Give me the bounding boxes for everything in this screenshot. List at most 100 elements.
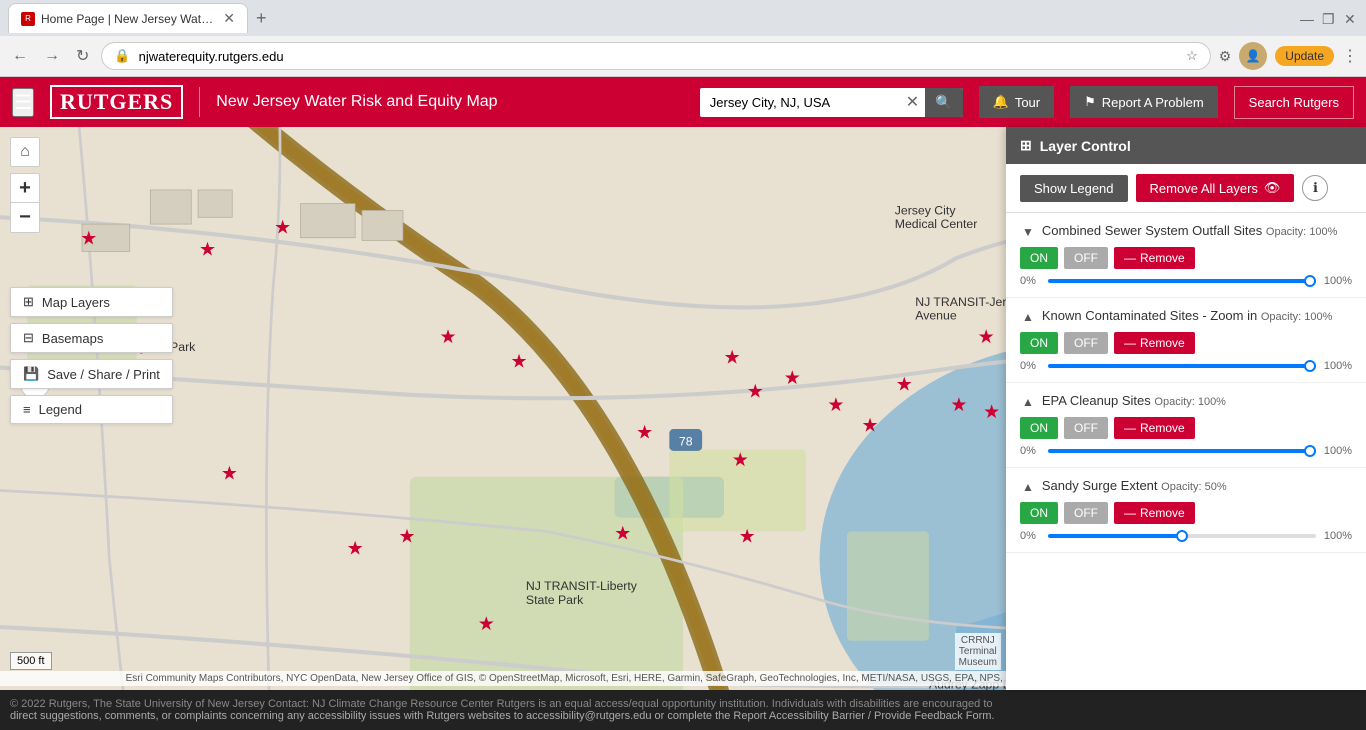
svg-text:★: ★ (614, 524, 631, 545)
header-divider (199, 87, 200, 117)
layer-1-remove-button[interactable]: — Remove (1114, 247, 1195, 269)
svg-text:★: ★ (221, 464, 238, 485)
layer-4-header: ▲ Sandy Surge Extent Opacity: 50% (1020, 478, 1352, 496)
footer-copyright: © 2022 Rutgers, The State University of … (10, 698, 1356, 710)
reload-button[interactable]: ↻ (72, 42, 93, 70)
layer-2-opacity-slider[interactable] (1048, 364, 1316, 368)
layer-2-name: Known Contaminated Sites - Zoom in Opaci… (1042, 308, 1352, 323)
home-button[interactable]: ⌂ (10, 137, 40, 167)
eye-icon: 👁 (1264, 180, 1281, 196)
update-button[interactable]: Update (1275, 46, 1334, 66)
layer-3-name: EPA Cleanup Sites Opacity: 100% (1042, 393, 1352, 408)
profile-button[interactable]: 👤 (1239, 42, 1267, 70)
layer-4-controls: ON OFF — Remove (1020, 502, 1352, 524)
layer-control-toolbar: Show Legend Remove All Layers 👁 ℹ (1006, 164, 1366, 213)
active-tab[interactable]: R Home Page | New Jersey Water R... ✕ (8, 3, 248, 33)
layer-3-on-button[interactable]: ON (1020, 417, 1058, 439)
new-tab-button[interactable]: + (252, 8, 271, 29)
svg-text:★: ★ (747, 382, 764, 403)
extensions-icon[interactable]: ⚙ (1219, 48, 1232, 65)
layer-3-collapse-button[interactable]: ▲ (1020, 393, 1036, 411)
layer-info-button[interactable]: ℹ (1302, 175, 1328, 201)
zoom-out-button[interactable]: − (10, 203, 40, 233)
svg-text:78: 78 (679, 434, 693, 448)
app-header: ☰ RUTGERS New Jersey Water Risk and Equi… (0, 77, 1366, 127)
layer-3-off-button[interactable]: OFF (1064, 417, 1108, 439)
minimize-button[interactable]: — (1300, 11, 1314, 25)
layer-3-header: ▲ EPA Cleanup Sites Opacity: 100% (1020, 393, 1352, 411)
layer-3-opacity-row: 0% 100% (1020, 445, 1352, 457)
svg-text:★: ★ (983, 402, 1000, 423)
close-button[interactable]: ✕ (1344, 11, 1358, 25)
save-icon: 💾 (23, 366, 39, 382)
search-rutgers-button[interactable]: Search Rutgers (1234, 86, 1354, 119)
scale-bar: 500 ft (10, 652, 52, 670)
report-problem-button[interactable]: ⚑ Report A Problem (1070, 86, 1218, 118)
svg-text:★: ★ (978, 327, 995, 348)
tab-close-button[interactable]: ✕ (223, 10, 235, 27)
layer-4-collapse-button[interactable]: ▲ (1020, 478, 1036, 496)
address-bar-icons: ☆ (1186, 48, 1198, 64)
save-share-print-button[interactable]: 💾 Save / Share / Print (10, 359, 173, 389)
maximize-button[interactable]: ❐ (1322, 11, 1336, 25)
chrome-menu-icon[interactable]: ⋮ (1342, 46, 1358, 66)
search-clear-button[interactable]: ✕ (900, 92, 925, 112)
forward-button[interactable]: → (40, 43, 64, 69)
minus-icon-3: — (1124, 421, 1136, 435)
search-submit-button[interactable]: 🔍 (925, 88, 962, 117)
layer-item-2: ▲ Known Contaminated Sites - Zoom in Opa… (1006, 298, 1366, 383)
tab-title: Home Page | New Jersey Water R... (41, 12, 213, 26)
footer: © 2022 Rutgers, The State University of … (0, 690, 1366, 730)
back-button[interactable]: ← (8, 43, 32, 69)
url-input[interactable] (139, 49, 1178, 64)
layer-1-opacity-slider[interactable] (1048, 279, 1316, 283)
svg-text:★: ★ (724, 347, 741, 368)
layer-1-header: ▼ Combined Sewer System Outfall Sites Op… (1020, 223, 1352, 241)
minus-icon-1: — (1124, 251, 1136, 265)
layer-2-header: ▲ Known Contaminated Sites - Zoom in Opa… (1020, 308, 1352, 326)
bell-icon: 🔔 (993, 94, 1009, 110)
sidebar-panel: ⊞ Map Layers ⊟ Basemaps 💾 Save / Share /… (10, 287, 173, 424)
svg-text:★: ★ (862, 416, 879, 437)
legend-icon: ≡ (23, 402, 31, 417)
header-search-box[interactable]: ✕ 🔍 (700, 88, 963, 117)
zoom-in-button[interactable]: + (10, 173, 40, 203)
layer-4-on-button[interactable]: ON (1020, 502, 1058, 524)
basemaps-button[interactable]: ⊟ Basemaps (10, 323, 173, 353)
layer-2-off-button[interactable]: OFF (1064, 332, 1108, 354)
layer-4-opacity-slider[interactable] (1048, 534, 1316, 538)
show-legend-button[interactable]: Show Legend (1020, 175, 1128, 202)
address-bar[interactable]: 🔒 ☆ (101, 42, 1210, 70)
layer-3-remove-button[interactable]: — Remove (1114, 417, 1195, 439)
svg-text:★: ★ (478, 614, 495, 635)
svg-text:★: ★ (732, 450, 749, 471)
layer-2-on-button[interactable]: ON (1020, 332, 1058, 354)
legend-button[interactable]: ≡ Legend (10, 395, 173, 424)
tour-button[interactable]: 🔔 Tour (979, 86, 1054, 118)
layer-3-opacity-slider[interactable] (1048, 449, 1316, 453)
layer-4-remove-button[interactable]: — Remove (1114, 502, 1195, 524)
zoom-controls: + − (10, 173, 40, 233)
layer-4-off-button[interactable]: OFF (1064, 502, 1108, 524)
remove-all-layers-button[interactable]: Remove All Layers 👁 (1136, 174, 1295, 202)
map-layers-button[interactable]: ⊞ Map Layers (10, 287, 173, 317)
address-bar-row: ← → ↻ 🔒 ☆ ⚙ 👤 Update ⋮ (0, 36, 1366, 76)
home-control[interactable]: ⌂ (10, 137, 40, 167)
svg-text:★: ★ (827, 395, 844, 416)
browser-chrome: R Home Page | New Jersey Water R... ✕ + … (0, 0, 1366, 77)
menu-button[interactable]: ☰ (12, 88, 34, 117)
layer-4-opacity-label: Opacity: 50% (1161, 481, 1226, 493)
layer-2-remove-button[interactable]: — Remove (1114, 332, 1195, 354)
layer-1-on-button[interactable]: ON (1020, 247, 1058, 269)
location-search-input[interactable] (700, 89, 900, 116)
layer-2-collapse-button[interactable]: ▲ (1020, 308, 1036, 326)
bookmark-icon[interactable]: ☆ (1186, 48, 1198, 64)
svg-text:★: ★ (896, 375, 913, 396)
layer-4-opacity-row: 0% 100% (1020, 530, 1352, 542)
layer-control-panel: ⊞ Layer Control Show Legend Remove All L… (1006, 127, 1366, 690)
app-title: New Jersey Water Risk and Equity Map (216, 93, 497, 111)
layer-1-opacity-label: Opacity: 100% (1266, 226, 1338, 238)
svg-text:Jersey City: Jersey City (895, 204, 957, 218)
layer-1-collapse-button[interactable]: ▼ (1020, 223, 1036, 241)
layer-1-off-button[interactable]: OFF (1064, 247, 1108, 269)
